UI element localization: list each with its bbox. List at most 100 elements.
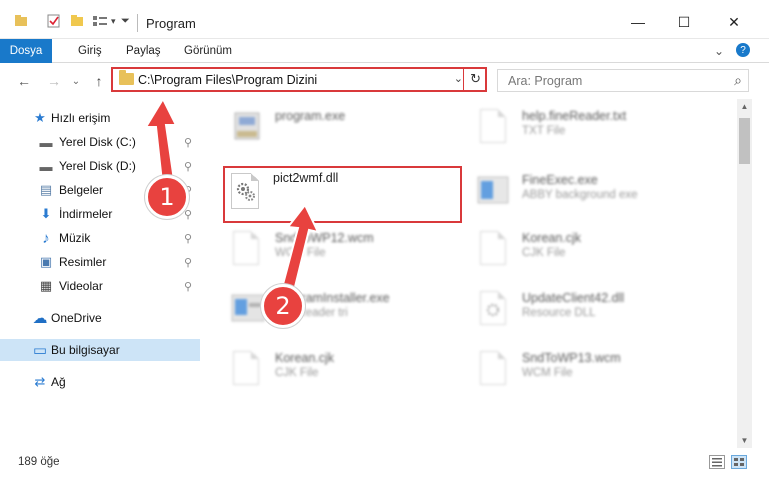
up-button[interactable]: ↑ [89, 71, 109, 91]
file-name: SndToWP12.wcm [275, 231, 374, 245]
scroll-up-icon[interactable]: ▲ [737, 99, 752, 114]
file-type: ABBY background exe [522, 189, 638, 201]
title-separator [137, 14, 138, 32]
file-type: TXT File [522, 125, 566, 137]
file-name: FineExec.exe [522, 173, 598, 187]
tab-share[interactable]: Paylaş [126, 39, 161, 63]
address-bar[interactable]: C:\Program Files\Program Dizini ⌄ ↻ [111, 67, 487, 92]
sidebar-item-quick-access[interactable]: ★ Hızlı erişim [0, 107, 200, 129]
file-item[interactable]: help.fineReader.txt TXT File [476, 105, 716, 151]
scroll-thumb[interactable] [739, 118, 750, 164]
file-name: Korean.cjk [522, 231, 582, 245]
pin-icon: ⚲ [184, 208, 193, 221]
large-icons-view-icon[interactable] [731, 455, 747, 469]
quick-access-dropdown-icon[interactable]: ▾ [111, 10, 116, 32]
dll-file-icon [476, 289, 510, 329]
new-folder-icon[interactable] [70, 10, 84, 32]
cloud-icon: ☁ [32, 310, 48, 327]
computer-icon: ▭ [32, 342, 48, 359]
ribbon-tabs: Dosya Giriş Paylaş Görünüm ⌄ ? [0, 39, 769, 63]
music-icon: ♪ [42, 229, 50, 247]
search-input[interactable]: Ara: Program ⌕ [497, 69, 749, 92]
status-bar: 189 öğe [0, 448, 769, 487]
window-title: Program [146, 16, 196, 31]
sidebar-item-label: Yerel Disk (C:) [59, 135, 136, 149]
sidebar-item-label: Bu bilgisayar [51, 343, 120, 357]
tab-file[interactable]: Dosya [0, 39, 52, 63]
file-item[interactable]: Korean.cjk CJK File [476, 227, 716, 273]
drive-icon: ▬ [39, 158, 53, 174]
file-item[interactable]: UpdateClient42.dll Resource DLL [476, 287, 716, 333]
recent-locations-button[interactable]: ⌄ [70, 71, 82, 91]
vertical-scrollbar[interactable]: ▲ ▼ [737, 99, 752, 448]
file-item[interactable]: FineExec.exe ABBY background exe [476, 169, 716, 215]
file-name: UpdateClient42.dll [522, 291, 625, 305]
file-item[interactable]: SndToWP13.wcm WCM File [476, 347, 716, 393]
sidebar-item-local-disk-d[interactable]: ▬ Yerel Disk (D:) ⚲ [0, 155, 200, 177]
address-path[interactable]: C:\Program Files\Program Dizini [138, 73, 317, 87]
star-icon: ★ [34, 110, 46, 125]
file-item[interactable]: Korean.cjk CJK File [231, 347, 471, 393]
generic-file-icon [231, 349, 265, 389]
executable-icon [231, 107, 265, 147]
item-count: 189 öğe [18, 456, 60, 468]
drive-icon: ▬ [39, 134, 53, 150]
file-name: SndToWP13.wcm [522, 351, 621, 365]
pin-icon: ⚲ [184, 160, 193, 173]
address-separator [463, 69, 464, 90]
sidebar-item-pictures[interactable]: ▣ Resimler ⚲ [0, 251, 200, 273]
search-icon[interactable]: ⌕ [734, 72, 742, 89]
maximize-button[interactable]: ☐ [661, 8, 707, 36]
file-type: WCM File [522, 367, 573, 379]
ribbon-expand-icon[interactable]: ⌄ [714, 39, 724, 63]
pin-icon: ⚲ [184, 232, 193, 245]
documents-icon: ▤ [39, 182, 53, 197]
sidebar-item-label: Yerel Disk (D:) [59, 159, 136, 173]
pin-icon: ⚲ [184, 256, 193, 269]
view-options-icon[interactable] [92, 10, 110, 32]
refresh-icon[interactable]: ↻ [470, 71, 481, 87]
file-type: Resource DLL [522, 307, 596, 319]
forward-button[interactable]: → [44, 71, 64, 91]
address-folder-icon [119, 70, 134, 85]
back-button[interactable]: ← [14, 71, 34, 91]
sidebar-item-local-disk-c[interactable]: ▬ Yerel Disk (C:) ⚲ [0, 131, 200, 153]
pictures-icon: ▣ [39, 254, 53, 269]
help-icon[interactable]: ? [736, 43, 750, 57]
sidebar-item-label: Müzik [59, 231, 91, 245]
video-icon: ▦ [39, 278, 53, 293]
sidebar-item-label: Videolar [59, 279, 103, 293]
sidebar-item-videos[interactable]: ▦ Videolar ⚲ [0, 275, 200, 297]
file-item[interactable]: program.exe [231, 105, 471, 151]
network-icon: ⇄ [34, 374, 46, 389]
download-icon: ⬇ [40, 206, 52, 221]
sidebar-item-network[interactable]: ⇄ Ağ [0, 371, 200, 393]
title-bar: ▾ ⏷ Program — ☐ ✕ [0, 0, 769, 39]
sidebar-item-this-pc[interactable]: ▭ Bu bilgisayar [0, 339, 200, 361]
executable-icon [476, 171, 510, 211]
customize-toolbar-icon[interactable]: ⏷ [121, 10, 130, 32]
file-name: program.exe [275, 109, 346, 123]
sidebar-item-label: Belgeler [59, 183, 104, 197]
tab-view[interactable]: Görünüm [184, 39, 232, 63]
properties-icon[interactable] [46, 10, 62, 32]
search-placeholder: Ara: Program [508, 74, 583, 88]
file-name: help.fineReader.txt [522, 109, 627, 123]
close-button[interactable]: ✕ [711, 8, 757, 36]
generic-file-icon [231, 229, 265, 269]
file-type: CJK File [522, 247, 566, 259]
sidebar-item-label: Hızlı erişim [51, 111, 111, 125]
sidebar-item-onedrive[interactable]: ☁ OneDrive [0, 307, 200, 329]
details-view-icon[interactable] [709, 455, 725, 469]
navigation-pane: ★ Hızlı erişim ▬ Yerel Disk (C:) ⚲ ▬ Yer… [0, 99, 201, 448]
tab-home[interactable]: Giriş [78, 39, 102, 63]
step-2-badge: 2 [261, 284, 305, 328]
minimize-button[interactable]: — [615, 8, 661, 36]
pin-icon: ⚲ [184, 136, 193, 149]
step-1-badge: 1 [145, 175, 189, 219]
address-dropdown-icon[interactable]: ⌄ [454, 72, 463, 85]
sidebar-item-music[interactable]: ♪ Müzik ⚲ [0, 227, 200, 249]
file-list: program.exe help.fineReader.txt TXT File… [201, 99, 752, 448]
file-item[interactable]: SndToWP12.wcm WCM File [231, 227, 471, 273]
scroll-down-icon[interactable]: ▼ [737, 433, 752, 448]
